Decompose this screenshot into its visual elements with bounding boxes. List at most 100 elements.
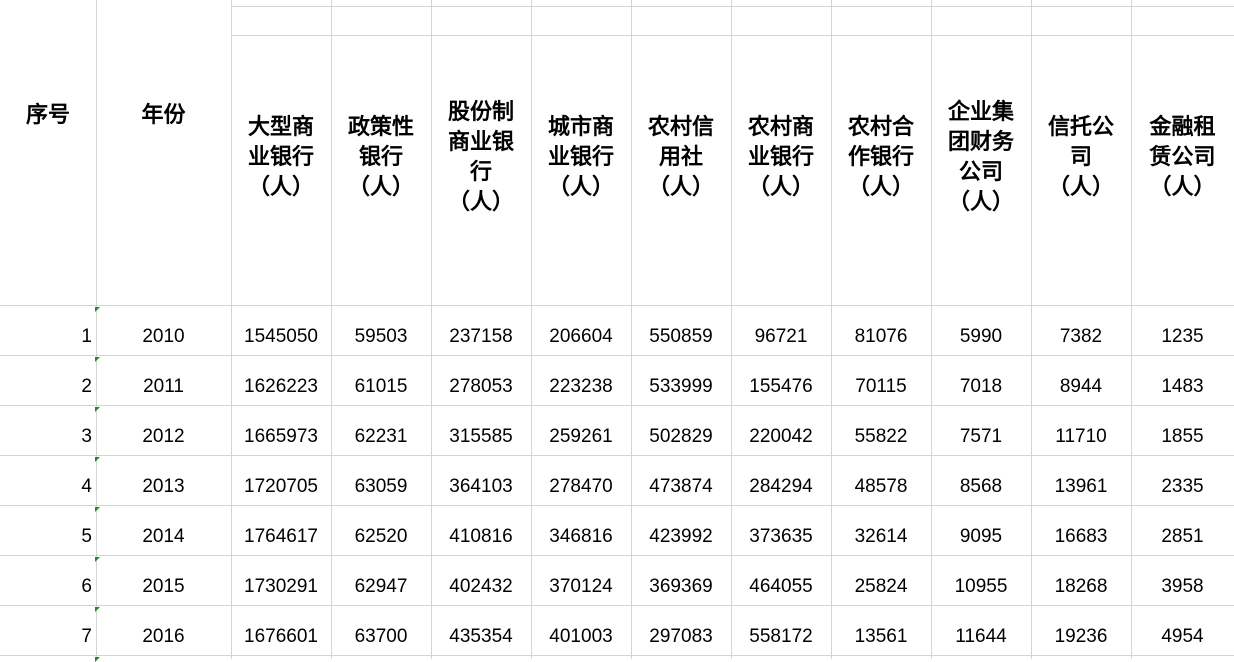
cell-value[interactable]: 464055 xyxy=(731,568,831,605)
cell-value[interactable]: 1545050 xyxy=(231,318,331,355)
cell-value[interactable]: 61015 xyxy=(331,368,431,405)
text-format-indicator-icon xyxy=(95,657,100,662)
cell-value[interactable]: 81076 xyxy=(831,318,931,355)
cell-value[interactable]: 1483 xyxy=(1131,368,1234,405)
cell-value[interactable]: 13961 xyxy=(1031,468,1131,505)
cell-value[interactable]: 8944 xyxy=(1031,368,1131,405)
cell-value[interactable]: 423992 xyxy=(631,518,731,555)
cell-value[interactable]: 558172 xyxy=(731,618,831,655)
cell-value[interactable]: 10955 xyxy=(931,568,1031,605)
cell-value[interactable]: 223238 xyxy=(531,368,631,405)
cell-value[interactable]: 13561 xyxy=(831,618,931,655)
cell-value[interactable]: 373635 xyxy=(731,518,831,555)
cell-value[interactable]: 259261 xyxy=(531,418,631,455)
cell-value[interactable]: 5990 xyxy=(931,318,1031,355)
cell-value[interactable]: 297083 xyxy=(631,618,731,655)
cell-value[interactable]: 96721 xyxy=(731,318,831,355)
column-header[interactable]: 大型商 业银行 （人） xyxy=(231,35,331,280)
cell-value[interactable]: 32614 xyxy=(831,518,931,555)
cell-value[interactable]: 237158 xyxy=(431,318,531,355)
cell-value[interactable]: 9095 xyxy=(931,518,1031,555)
cell-index[interactable]: 4 xyxy=(0,468,96,505)
cell-value[interactable]: 370124 xyxy=(531,568,631,605)
cell-value[interactable]: 63700 xyxy=(331,618,431,655)
cell-index[interactable]: 5 xyxy=(0,518,96,555)
cell-value[interactable]: 48578 xyxy=(831,468,931,505)
cell-value[interactable]: 1720705 xyxy=(231,468,331,505)
cell-value[interactable]: 2335 xyxy=(1131,468,1234,505)
column-header[interactable]: 信托公 司 （人） xyxy=(1031,35,1131,280)
header-year[interactable]: 年份 xyxy=(96,0,231,225)
cell-year[interactable]: 2014 xyxy=(96,518,231,555)
cell-value[interactable]: 1730291 xyxy=(231,568,331,605)
gridline-horizontal xyxy=(0,555,1234,556)
cell-value[interactable]: 402432 xyxy=(431,568,531,605)
cell-value[interactable]: 155476 xyxy=(731,368,831,405)
column-header[interactable]: 企业集 团财务 公司 （人） xyxy=(931,35,1031,280)
cell-value[interactable]: 369369 xyxy=(631,568,731,605)
cell-year[interactable]: 2011 xyxy=(96,368,231,405)
cell-index[interactable]: 2 xyxy=(0,368,96,405)
cell-value[interactable]: 284294 xyxy=(731,468,831,505)
cell-value[interactable]: 410816 xyxy=(431,518,531,555)
gridline-horizontal xyxy=(0,505,1234,506)
cell-value[interactable]: 206604 xyxy=(531,318,631,355)
cell-value[interactable]: 346816 xyxy=(531,518,631,555)
cell-value[interactable]: 16683 xyxy=(1031,518,1131,555)
cell-value[interactable]: 7382 xyxy=(1031,318,1131,355)
cell-year[interactable]: 2015 xyxy=(96,568,231,605)
cell-value[interactable]: 11644 xyxy=(931,618,1031,655)
cell-value[interactable]: 278470 xyxy=(531,468,631,505)
cell-value[interactable]: 11710 xyxy=(1031,418,1131,455)
cell-value[interactable]: 59503 xyxy=(331,318,431,355)
cell-value[interactable]: 364103 xyxy=(431,468,531,505)
cell-value[interactable]: 62947 xyxy=(331,568,431,605)
cell-value[interactable]: 2851 xyxy=(1131,518,1234,555)
cell-value[interactable]: 1855 xyxy=(1131,418,1234,455)
cell-index[interactable]: 3 xyxy=(0,418,96,455)
column-header[interactable]: 股份制 商业银 行 （人） xyxy=(431,35,531,280)
cell-value[interactable]: 278053 xyxy=(431,368,531,405)
text-format-indicator-icon xyxy=(95,457,100,462)
column-header[interactable]: 农村合 作银行 （人） xyxy=(831,35,931,280)
cell-value[interactable]: 18268 xyxy=(1031,568,1131,605)
cell-year[interactable]: 2013 xyxy=(96,468,231,505)
cell-value[interactable]: 70115 xyxy=(831,368,931,405)
cell-value[interactable]: 4954 xyxy=(1131,618,1234,655)
cell-value[interactable]: 7571 xyxy=(931,418,1031,455)
column-header[interactable]: 农村商 业银行 （人） xyxy=(731,35,831,280)
cell-value[interactable]: 1676601 xyxy=(231,618,331,655)
column-header[interactable]: 金融租 赁公司 （人） xyxy=(1131,35,1234,280)
header-index[interactable]: 序号 xyxy=(0,0,96,225)
cell-value[interactable]: 3958 xyxy=(1131,568,1234,605)
column-header[interactable]: 农村信 用社 （人） xyxy=(631,35,731,280)
cell-value[interactable]: 8568 xyxy=(931,468,1031,505)
cell-value[interactable]: 19236 xyxy=(1031,618,1131,655)
cell-value[interactable]: 63059 xyxy=(331,468,431,505)
cell-value[interactable]: 55822 xyxy=(831,418,931,455)
cell-value[interactable]: 1626223 xyxy=(231,368,331,405)
cell-year[interactable]: 2012 xyxy=(96,418,231,455)
cell-index[interactable]: 6 xyxy=(0,568,96,605)
cell-value[interactable]: 62520 xyxy=(331,518,431,555)
cell-value[interactable]: 7018 xyxy=(931,368,1031,405)
cell-index[interactable]: 7 xyxy=(0,618,96,655)
column-header[interactable]: 政策性 银行 （人） xyxy=(331,35,431,280)
cell-value[interactable]: 62231 xyxy=(331,418,431,455)
column-header[interactable]: 城市商 业银行 （人） xyxy=(531,35,631,280)
cell-value[interactable]: 401003 xyxy=(531,618,631,655)
cell-value[interactable]: 220042 xyxy=(731,418,831,455)
cell-value[interactable]: 473874 xyxy=(631,468,731,505)
cell-value[interactable]: 1764617 xyxy=(231,518,331,555)
cell-year[interactable]: 2016 xyxy=(96,618,231,655)
cell-value[interactable]: 502829 xyxy=(631,418,731,455)
cell-year[interactable]: 2010 xyxy=(96,318,231,355)
cell-value[interactable]: 550859 xyxy=(631,318,731,355)
cell-index[interactable]: 1 xyxy=(0,318,96,355)
cell-value[interactable]: 435354 xyxy=(431,618,531,655)
cell-value[interactable]: 315585 xyxy=(431,418,531,455)
cell-value[interactable]: 1235 xyxy=(1131,318,1234,355)
cell-value[interactable]: 1665973 xyxy=(231,418,331,455)
cell-value[interactable]: 533999 xyxy=(631,368,731,405)
cell-value[interactable]: 25824 xyxy=(831,568,931,605)
